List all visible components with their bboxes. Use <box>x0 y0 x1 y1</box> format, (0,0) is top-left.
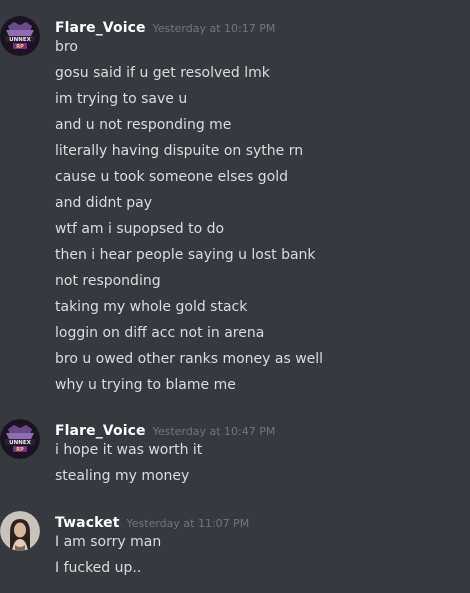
username[interactable]: Flare_Voice <box>55 20 146 36</box>
clan-emblem-avatar[interactable]: UNNEX RP <box>0 419 40 459</box>
clan-emblem-avatar[interactable]: UNNEX RP <box>0 16 40 56</box>
chat-messages: UNNEX RP Flare_Voice Yesterday at 10:17 P… <box>0 0 470 593</box>
timestamp[interactable]: Yesterday at 10:47 PM <box>153 425 276 438</box>
username[interactable]: Twacket <box>55 515 120 531</box>
message-text: and u not responding me <box>55 117 232 133</box>
message-text: i hope it was worth it <box>55 442 203 458</box>
person-photo-avatar[interactable] <box>0 511 40 551</box>
username[interactable]: Flare_Voice <box>55 423 146 439</box>
message-header: Flare_Voice Yesterday at 10:17 PM <box>55 17 275 36</box>
svg-text:RP: RP <box>16 44 24 50</box>
timestamp[interactable]: Yesterday at 11:07 PM <box>127 517 250 530</box>
message-text: bro u owed other ranks money as well <box>55 351 324 367</box>
clan-emblem-icon: UNNEX RP <box>0 419 40 459</box>
message-text: wtf am i supopsed to do <box>55 221 225 237</box>
message-text: stealing my money <box>55 468 190 484</box>
message-text: loggin on diff acc not in arena <box>55 325 265 341</box>
person-photo-icon <box>0 511 40 551</box>
message-text: then i hear people saying u lost bank <box>55 247 316 263</box>
message-text: I am sorry man <box>55 534 162 550</box>
message-text: not responding <box>55 273 161 289</box>
clan-emblem-icon: UNNEX RP <box>0 16 40 56</box>
message-text: gosu said if u get resolved lmk <box>55 65 270 81</box>
message-text: bro <box>55 39 78 55</box>
message-text: why u trying to blame me <box>55 377 236 393</box>
message-text: and didnt pay <box>55 195 153 211</box>
svg-text:UNNEX: UNNEX <box>9 37 31 43</box>
message-text: cause u took someone elses gold <box>55 169 289 185</box>
message-text: im trying to save u <box>55 91 188 107</box>
message-text: literally having dispuite on sythe rn <box>55 143 304 159</box>
message-text: taking my whole gold stack <box>55 299 248 315</box>
message-header: Flare_Voice Yesterday at 10:47 PM <box>55 420 275 439</box>
timestamp[interactable]: Yesterday at 10:17 PM <box>153 22 276 35</box>
svg-text:RP: RP <box>16 447 24 453</box>
message-header: Twacket Yesterday at 11:07 PM <box>55 512 249 531</box>
message-text: I fucked up.. <box>55 560 142 576</box>
svg-text:UNNEX: UNNEX <box>9 440 31 446</box>
